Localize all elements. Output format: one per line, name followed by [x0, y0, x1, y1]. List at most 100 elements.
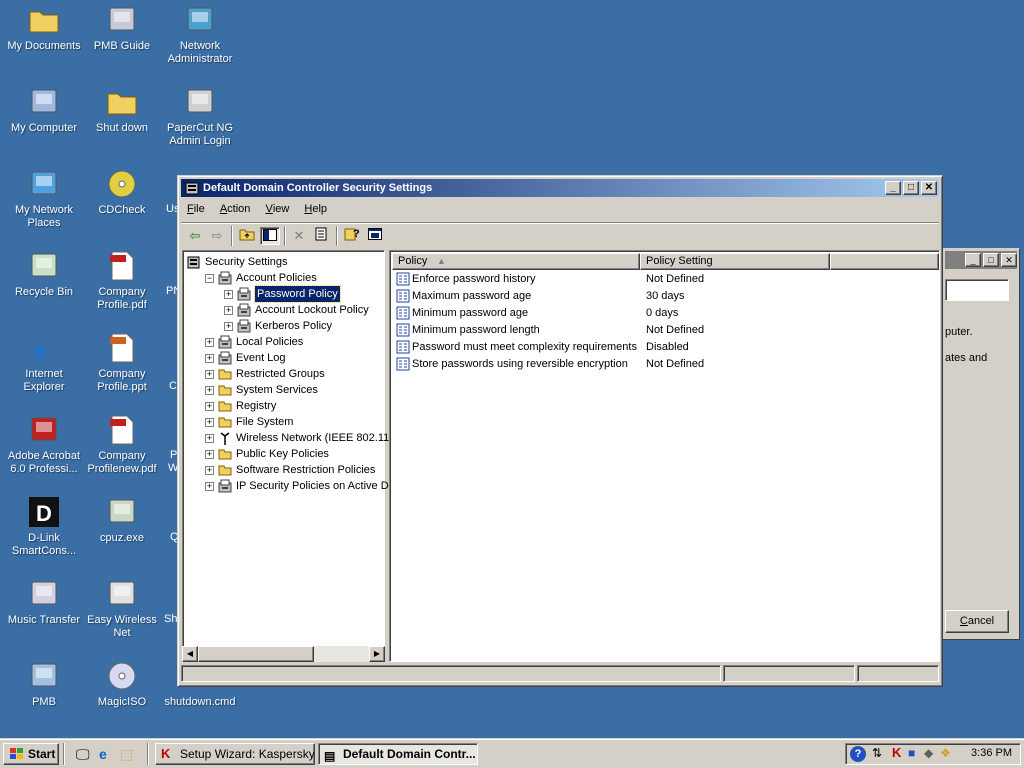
maximize-icon[interactable]: □ [903, 181, 919, 195]
expand-icon[interactable]: + [205, 450, 214, 459]
tree-item[interactable]: IP Security Policies on Active Dire [236, 478, 401, 494]
desktop-icon[interactable]: e Internet Explorer [4, 332, 84, 394]
policy-list-pane[interactable]: Policy ▲ Policy Setting Enforce password … [389, 250, 940, 662]
scroll-thumb[interactable] [198, 646, 314, 662]
policy-name[interactable]: Minimum password age [412, 305, 528, 322]
network-tray-icon[interactable]: ⇅ [872, 746, 882, 760]
desktop-icon[interactable]: CDCheck [82, 168, 162, 217]
desktop-icon[interactable]: Easy Wireless Net [82, 578, 162, 640]
expand-icon[interactable]: + [224, 290, 233, 299]
menu-view[interactable]: View [259, 200, 295, 218]
menu-help[interactable]: Help [298, 200, 333, 218]
expand-icon[interactable]: + [205, 370, 214, 379]
security-settings-window[interactable]: Default Domain Controller Security Setti… [177, 175, 943, 687]
menu-action[interactable]: Action [214, 200, 257, 218]
policy-setting[interactable]: 30 days [646, 288, 685, 305]
tree-item[interactable]: System Services [236, 382, 318, 398]
policy-setting[interactable]: Disabled [646, 339, 689, 356]
tree-item[interactable]: Public Key Policies [236, 446, 329, 462]
scroll-right-icon[interactable]: ▶ [369, 646, 385, 662]
bg-window-titlebar[interactable]: _ □ ✕ [945, 251, 1017, 269]
column-header-policy-setting[interactable]: Policy Setting [640, 253, 830, 270]
desktop-icon[interactable]: Adobe Acrobat 6.0 Professi... [4, 414, 84, 476]
tray-icon[interactable]: ◆ [924, 746, 933, 760]
desktop-icon[interactable]: PMB [4, 660, 84, 709]
tree-item[interactable]: Event Log [236, 350, 286, 366]
policy-name[interactable]: Store passwords using reversible encrypt… [412, 356, 628, 373]
tree-item[interactable]: Restricted Groups [236, 366, 325, 382]
taskbar-button-security-settings[interactable]: ▤ Default Domain Contr... [318, 743, 478, 765]
expand-icon[interactable]: + [205, 434, 214, 443]
tree-item[interactable]: Wireless Network (IEEE 802.11) P [236, 430, 403, 446]
expand-icon[interactable]: + [205, 418, 214, 427]
tree-item[interactable]: Security Settings [205, 254, 288, 270]
window-titlebar[interactable]: Default Domain Controller Security Setti… [181, 179, 939, 197]
column-header-policy[interactable]: Policy ▲ [392, 253, 640, 270]
policy-setting[interactable]: Not Defined [646, 271, 704, 288]
close-icon[interactable]: ✕ [921, 181, 937, 195]
desktop-icon[interactable]: My Computer [4, 86, 84, 135]
ie-quicklaunch-icon[interactable]: e [99, 746, 107, 762]
kaspersky-tray-icon[interactable]: K [892, 745, 901, 760]
expand-icon[interactable]: + [205, 402, 214, 411]
desktop-icon[interactable]: Network Administrator [160, 4, 240, 66]
policy-name[interactable]: Maximum password age [412, 288, 531, 305]
tree-item[interactable]: Local Policies [236, 334, 303, 350]
back-arrow-icon[interactable]: ⇦ [185, 227, 205, 245]
desktop-icon[interactable]: D D-Link SmartCons... [4, 496, 84, 558]
policy-name[interactable]: Password must meet complexity requiremen… [412, 339, 637, 356]
tree-item[interactable]: Software Restriction Policies [236, 462, 375, 478]
tree-item[interactable]: Registry [236, 398, 276, 414]
tree-item[interactable]: Kerberos Policy [255, 318, 332, 334]
policy-setting[interactable]: Not Defined [646, 356, 704, 373]
expand-icon[interactable]: + [224, 322, 233, 331]
tree-horizontal-scrollbar[interactable]: ◀ ▶ [182, 646, 385, 662]
minimize-icon[interactable]: _ [965, 253, 981, 267]
expand-icon[interactable]: + [205, 338, 214, 347]
tree-pane[interactable]: Security Settings − Account Policies + Passw… [182, 250, 403, 662]
expand-icon[interactable]: + [205, 386, 214, 395]
show-hide-tree-icon[interactable] [260, 227, 280, 245]
cancel-button[interactable]: Cancel [945, 610, 1009, 633]
expand-icon[interactable]: + [205, 482, 214, 491]
desktop-icon[interactable]: cpuz.exe [82, 496, 162, 545]
properties-icon[interactable] [312, 227, 332, 245]
desktop-icon[interactable]: Music Transfer [4, 578, 84, 627]
policy-name[interactable]: Enforce password history [412, 271, 536, 288]
help-tray-icon[interactable]: ? [850, 746, 866, 762]
column-header-empty[interactable] [830, 253, 939, 270]
console-icon[interactable] [365, 227, 385, 245]
desktop-icon[interactable]: Company Profilenew.pdf [82, 414, 162, 476]
policy-setting[interactable]: Not Defined [646, 322, 704, 339]
desktop-icon[interactable]: Recycle Bin [4, 250, 84, 299]
explorer-quicklaunch-icon[interactable]: ⬚ [120, 746, 133, 763]
bg-window-field[interactable] [945, 279, 1009, 301]
expand-icon[interactable]: + [205, 466, 214, 475]
minimize-icon[interactable]: _ [885, 181, 901, 195]
background-window[interactable]: _ □ ✕ puter. ates and Cancel [942, 248, 1020, 640]
tree-item-selected[interactable]: Password Policy [254, 285, 341, 303]
tree-item[interactable]: Account Policies [236, 270, 317, 286]
scroll-left-icon[interactable]: ◀ [182, 646, 198, 662]
delete-icon[interactable]: ✕ [289, 227, 309, 245]
taskbar-button-setup-wizard[interactable]: K Setup Wizard: Kaspersky... [155, 743, 315, 765]
forward-arrow-icon[interactable]: ⇨ [207, 227, 227, 245]
menu-file[interactable]: File [181, 200, 211, 218]
start-button[interactable]: Start [3, 743, 59, 765]
expand-icon[interactable]: + [205, 354, 214, 363]
desktop-icon[interactable]: MagicISO [82, 660, 162, 709]
policy-name[interactable]: Minimum password length [412, 322, 540, 339]
desktop-icon[interactable]: PaperCut NG Admin Login [160, 86, 240, 148]
close-icon[interactable]: ✕ [1001, 253, 1017, 267]
show-desktop-icon[interactable]: 🖵 [76, 746, 90, 763]
computers-tray-icon[interactable]: ■ [908, 746, 915, 760]
expand-icon[interactable]: + [224, 306, 233, 315]
desktop-icon[interactable]: Company Profile.pdf [82, 250, 162, 312]
desktop-icon[interactable]: PMB Guide [82, 4, 162, 53]
help-icon[interactable]: ? [342, 227, 362, 245]
tray-icon[interactable]: ❖ [940, 746, 951, 760]
desktop-icon[interactable]: Company Profile.ppt [82, 332, 162, 394]
desktop-icon[interactable]: My Documents [4, 4, 84, 53]
collapse-icon[interactable]: − [205, 274, 214, 283]
up-folder-icon[interactable] [237, 227, 257, 245]
